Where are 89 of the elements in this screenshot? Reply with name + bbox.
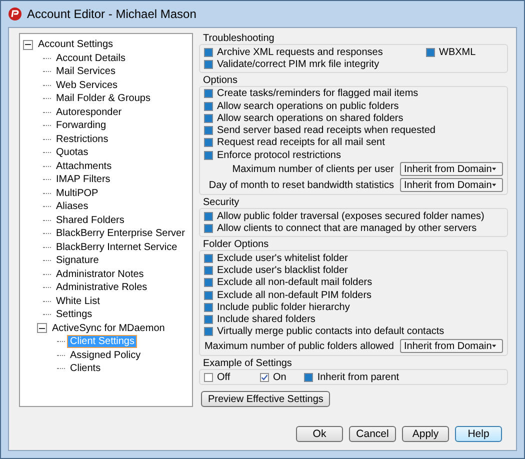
- tree-item[interactable]: Administrative Roles: [54, 282, 150, 294]
- checkbox-label: Allow search operations on public folders: [217, 100, 399, 112]
- dialog-button[interactable]: Help: [455, 426, 502, 442]
- checkbox-label: Allow public folder traversal (exposes secured folder names): [217, 211, 484, 222]
- checkbox-label: WBXML: [439, 46, 476, 58]
- tree-item[interactable]: Account Settings: [36, 39, 116, 50]
- checkbox[interactable]: [204, 60, 213, 69]
- checkbox-label: On: [273, 372, 286, 383]
- checkbox[interactable]: [204, 315, 213, 324]
- checkbox-label: Include public folder hierarchy: [217, 302, 350, 313]
- checkbox[interactable]: [204, 327, 213, 336]
- tree-item[interactable]: Mail Folder & Groups: [54, 93, 152, 104]
- checkbox-label: Allow clients to connect that are managed by other servers: [217, 223, 477, 234]
- checkbox[interactable]: [204, 302, 213, 312]
- checkbox-label: Exclude all non-default mail folders: [217, 277, 372, 288]
- tree-item[interactable]: Quotas: [54, 147, 90, 158]
- tree-item[interactable]: Shared Folders: [54, 214, 126, 226]
- dropdown[interactable]: Inherit from Domain: [400, 178, 503, 192]
- group-title: Example of Settings: [202, 358, 293, 370]
- group-title: Troubleshooting: [202, 33, 276, 44]
- checkbox[interactable]: [260, 372, 269, 382]
- tree-item[interactable]: Signature: [54, 255, 101, 266]
- collapse-icon[interactable]: [23, 40, 33, 50]
- checkbox[interactable]: [204, 278, 213, 288]
- preview-settings-button[interactable]: Preview Effective Settings: [201, 391, 330, 408]
- tree-item[interactable]: Settings: [54, 309, 94, 320]
- tree-item[interactable]: Aliases: [54, 201, 90, 212]
- tree-item[interactable]: Clients: [68, 363, 103, 374]
- checkbox-label: Inherit from parent: [317, 372, 400, 383]
- checkbox[interactable]: [204, 126, 213, 136]
- checkbox[interactable]: [204, 150, 213, 160]
- checkbox[interactable]: [204, 102, 213, 111]
- collapse-icon[interactable]: [37, 323, 47, 334]
- tree-item[interactable]: IMAP Filters: [54, 174, 112, 186]
- app-logo-icon: [8, 7, 22, 21]
- window-title: Account Editor - Michael Mason: [27, 7, 196, 21]
- tree-item[interactable]: MultiPOP: [54, 188, 100, 199]
- tree-item[interactable]: Assigned Policy: [68, 350, 143, 361]
- checkbox[interactable]: [204, 372, 213, 382]
- tree-item[interactable]: Administrator Notes: [54, 268, 146, 280]
- checkbox[interactable]: [204, 212, 213, 222]
- checkbox-label: Validate/correct PIM mrk file integrity: [217, 58, 380, 70]
- checkbox[interactable]: [304, 372, 314, 382]
- checkbox[interactable]: [204, 266, 213, 275]
- tree-item[interactable]: Autoresponder: [54, 106, 124, 118]
- checkbox-label: Virtually merge public contacts into default contacts: [217, 326, 444, 338]
- checkbox[interactable]: [204, 48, 213, 57]
- dropdown-arrow-icon: [492, 167, 496, 172]
- checkbox[interactable]: [204, 114, 213, 123]
- field-label: Maximum number of clients per user: [232, 164, 394, 175]
- checkbox-label: Request read receipts for all mail sent: [217, 137, 385, 148]
- group-title: Options: [202, 74, 238, 86]
- checkbox-label: Exclude user's whitelist folder: [217, 252, 348, 264]
- tree-item[interactable]: ActiveSync for MDaemon: [50, 322, 167, 334]
- tree-item[interactable]: Account Details: [54, 52, 128, 64]
- checkbox[interactable]: [204, 89, 213, 98]
- tree-item[interactable]: Attachments: [54, 160, 114, 172]
- dropdown-arrow-icon: [492, 344, 496, 348]
- checkbox[interactable]: [426, 48, 435, 57]
- dropdown[interactable]: Inherit from Domain: [400, 162, 503, 176]
- field-label: Day of month to reset bandwidth statistics: [208, 180, 394, 191]
- checkbox[interactable]: [204, 254, 213, 263]
- tree-item[interactable]: White List: [54, 296, 102, 307]
- tree-item[interactable]: Web Services: [54, 80, 120, 91]
- checkbox-label: Create tasks/reminders for flagged mail items: [217, 88, 418, 100]
- checkbox[interactable]: [204, 224, 213, 234]
- tree-item[interactable]: BlackBerry Enterprise Server: [54, 228, 187, 240]
- checkbox[interactable]: [204, 138, 213, 148]
- dropdown-arrow-icon: [492, 183, 496, 188]
- group-title: Folder Options: [202, 238, 270, 250]
- checkbox-label: Exclude all non-default PIM folders: [217, 290, 372, 300]
- checkbox-label: Archive XML requests and responses: [217, 46, 383, 58]
- checkbox-label: Exclude user's blacklist folder: [217, 264, 348, 276]
- checkbox-label: Off: [217, 372, 230, 383]
- checkbox-label: Allow search operations on shared folders: [217, 112, 404, 124]
- tree-item[interactable]: Restrictions: [54, 134, 110, 145]
- dropdown[interactable]: Inherit from Domain: [400, 339, 503, 354]
- tree-item[interactable]: Forwarding: [54, 120, 108, 132]
- checkbox[interactable]: [204, 290, 213, 300]
- group-title: Security: [202, 197, 240, 208]
- dialog-button[interactable]: Apply: [402, 426, 449, 442]
- checkbox-label: Enforce protocol restrictions: [217, 150, 341, 161]
- dialog-button[interactable]: Cancel: [349, 426, 396, 442]
- dialog-button[interactable]: Ok: [296, 426, 343, 442]
- field-label: Maximum number of public folders allowed: [204, 340, 394, 352]
- checkbox-label: Include shared folders: [217, 314, 316, 326]
- tree-item[interactable]: Mail Services: [54, 66, 118, 78]
- tree-item[interactable]: BlackBerry Internet Service: [54, 242, 180, 253]
- checkbox-label: Send server based read receipts when requested: [217, 125, 436, 136]
